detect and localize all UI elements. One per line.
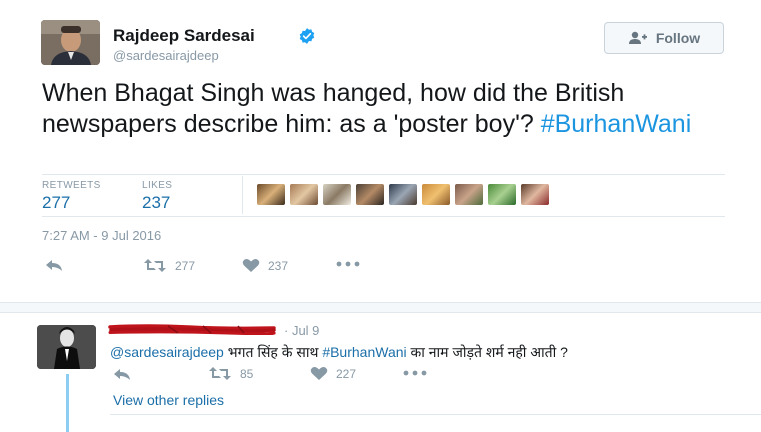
reply-like-button[interactable]: 227 xyxy=(310,366,356,381)
stats-vertical-divider xyxy=(242,176,243,214)
retweets-label: RETWEETS xyxy=(42,180,101,191)
reply-author-avatar[interactable] xyxy=(37,325,96,369)
tweet-timestamp[interactable]: 7:27 AM - 9 Jul 2016 xyxy=(42,228,161,243)
liker-avatar[interactable] xyxy=(422,184,450,205)
more-button[interactable] xyxy=(336,261,360,267)
like-count: 237 xyxy=(268,258,289,273)
verified-badge-icon xyxy=(299,28,315,44)
retweets-stat[interactable]: RETWEETS 277 xyxy=(42,180,101,213)
likes-count: 237 xyxy=(142,193,171,212)
retweets-count: 277 xyxy=(42,193,71,212)
liker-avatar[interactable] xyxy=(389,184,417,205)
thread-connector-line xyxy=(66,374,69,432)
author-name[interactable]: Rajdeep Sardesai xyxy=(113,26,255,46)
liker-avatar[interactable] xyxy=(257,184,285,205)
reply-retweet-count: 85 xyxy=(240,366,254,381)
reply-hashtag-link[interactable]: #BurhanWani xyxy=(322,344,406,360)
more-icon xyxy=(403,370,427,376)
retweet-button[interactable]: 277 xyxy=(143,258,195,273)
liker-avatar[interactable] xyxy=(290,184,318,205)
liker-avatar[interactable] xyxy=(455,184,483,205)
reply-time[interactable]: · Jul 9 xyxy=(284,323,319,338)
heart-icon xyxy=(242,259,260,272)
reply-text-body: भगत सिंह के साथ xyxy=(223,344,323,360)
follow-button[interactable]: Follow xyxy=(604,22,724,54)
follow-label: Follow xyxy=(655,30,701,46)
reply-like-count: 227 xyxy=(336,366,357,381)
reply-mention-link[interactable]: @sardesairajdeep xyxy=(110,344,224,360)
follow-person-icon xyxy=(628,31,647,44)
heart-icon xyxy=(310,367,328,380)
reply-icon xyxy=(46,260,62,271)
reply-button[interactable] xyxy=(44,258,64,272)
tweet-hashtag-link[interactable]: #BurhanWani xyxy=(541,110,692,138)
liker-avatar[interactable] xyxy=(323,184,351,205)
author-handle[interactable]: @sardesairajdeep xyxy=(113,48,219,63)
like-button[interactable]: 237 xyxy=(242,258,288,273)
likes-stat[interactable]: LIKES 237 xyxy=(142,180,172,213)
reply-text-body-end: का नाम जोड़ते शर्म नही आती ? xyxy=(406,344,568,360)
liker-avatar[interactable] xyxy=(356,184,384,205)
liker-avatar[interactable] xyxy=(521,184,549,205)
likes-label: LIKES xyxy=(142,180,173,191)
replies-separator xyxy=(0,302,761,313)
tweet-text-body: When Bhagat Singh was hanged, how did th… xyxy=(42,79,625,138)
reply-icon xyxy=(114,369,130,380)
view-other-replies-link[interactable]: View other replies xyxy=(113,392,224,408)
more-icon xyxy=(336,261,360,267)
bottom-divider xyxy=(110,414,761,415)
retweet-icon xyxy=(209,367,231,380)
author-avatar[interactable] xyxy=(41,20,100,65)
tweet-text: When Bhagat Singh was hanged, how did th… xyxy=(42,78,732,140)
reply-retweet-button[interactable]: 85 xyxy=(208,366,253,381)
stats-top-divider xyxy=(42,174,725,175)
stats-bottom-divider xyxy=(42,216,725,217)
reply-reply-button[interactable] xyxy=(112,367,132,381)
reply-more-button[interactable] xyxy=(403,370,427,376)
reply-text: @sardesairajdeep भगत सिंह के साथ #Burhan… xyxy=(110,343,568,362)
retweet-icon xyxy=(144,259,166,272)
liker-avatar[interactable] xyxy=(488,184,516,205)
likers-avatars xyxy=(257,184,549,205)
retweet-count: 277 xyxy=(175,258,196,273)
redacted-name-scribble xyxy=(108,324,276,335)
